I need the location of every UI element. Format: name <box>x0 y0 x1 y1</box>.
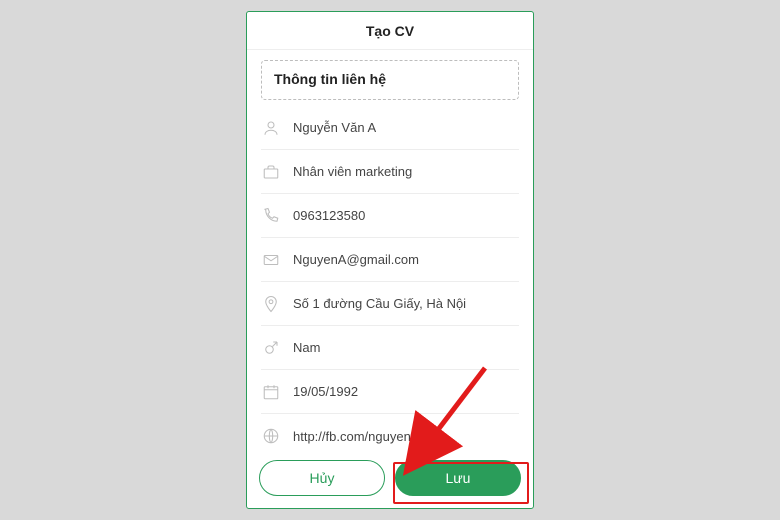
address-value: Số 1 đường Cầu Giấy, Hà Nội <box>293 296 466 311</box>
gender-value: Nam <box>293 340 320 355</box>
content-area: Thông tin liên hệ Nguyễn Văn A Nhân viên… <box>247 50 533 452</box>
cancel-label: Hủy <box>310 470 335 486</box>
header: Tạo CV <box>247 12 533 50</box>
location-icon <box>261 294 281 314</box>
save-label: Lưu <box>446 470 471 486</box>
globe-icon <box>261 426 281 446</box>
website-field[interactable]: http://fb.com/nguyenvana <box>261 414 519 452</box>
mail-icon <box>261 250 281 270</box>
person-icon <box>261 118 281 138</box>
section-header: Thông tin liên hệ <box>261 60 519 100</box>
address-field[interactable]: Số 1 đường Cầu Giấy, Hà Nội <box>261 282 519 326</box>
dob-value: 19/05/1992 <box>293 384 358 399</box>
section-title: Thông tin liên hệ <box>274 71 386 87</box>
header-title: Tạo CV <box>366 23 414 39</box>
job-value: Nhân viên marketing <box>293 164 412 179</box>
gender-icon <box>261 338 281 358</box>
footer: Hủy Lưu <box>247 452 533 508</box>
cancel-button[interactable]: Hủy <box>259 460 385 496</box>
phone-field[interactable]: 0963123580 <box>261 194 519 238</box>
email-value: NguyenA@gmail.com <box>293 252 419 267</box>
briefcase-icon <box>261 162 281 182</box>
website-value: http://fb.com/nguyenvana <box>293 429 439 444</box>
email-field[interactable]: NguyenA@gmail.com <box>261 238 519 282</box>
phone-icon <box>261 206 281 226</box>
phone-value: 0963123580 <box>293 208 365 223</box>
name-value: Nguyễn Văn A <box>293 120 376 135</box>
gender-field[interactable]: Nam <box>261 326 519 370</box>
dob-field[interactable]: 19/05/1992 <box>261 370 519 414</box>
save-button[interactable]: Lưu <box>395 460 521 496</box>
name-field[interactable]: Nguyễn Văn A <box>261 106 519 150</box>
calendar-icon <box>261 382 281 402</box>
app-window: Tạo CV Thông tin liên hệ Nguyễn Văn A Nh… <box>246 11 534 509</box>
job-field[interactable]: Nhân viên marketing <box>261 150 519 194</box>
